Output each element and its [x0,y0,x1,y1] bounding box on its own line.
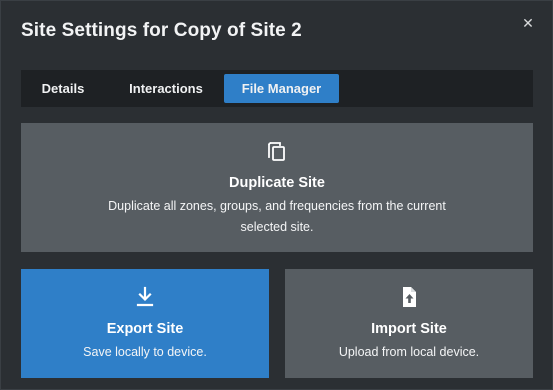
export-site-description: Save locally to device. [83,345,207,359]
import-site-description: Upload from local device. [338,345,480,359]
tab-file-manager[interactable]: File Manager [224,74,339,103]
export-site-button[interactable]: Export Site Save locally to device. [21,269,269,378]
tab-details[interactable]: Details [25,74,101,103]
tab-bar: Details Interactions File Manager [21,70,533,107]
download-icon [133,285,157,309]
dialog-title: Site Settings for Copy of Site 2 [21,20,302,41]
import-site-button[interactable]: Import Site Upload from local device. [285,269,533,378]
export-site-title: Export Site [106,321,184,337]
copy-icon [265,139,289,163]
tab-interactions[interactable]: Interactions [114,74,218,103]
close-icon[interactable]: ✕ [520,15,536,31]
import-site-title: Import Site [371,321,447,337]
file-upload-icon [397,285,421,309]
duplicate-site-description: Duplicate all zones, groups, and frequen… [108,199,446,234]
duplicate-site-button[interactable]: Duplicate Site Duplicate all zones, grou… [21,123,533,252]
site-settings-dialog: Site Settings for Copy of Site 2 ✕ Detai… [0,0,553,390]
duplicate-site-title: Duplicate Site [229,175,325,191]
